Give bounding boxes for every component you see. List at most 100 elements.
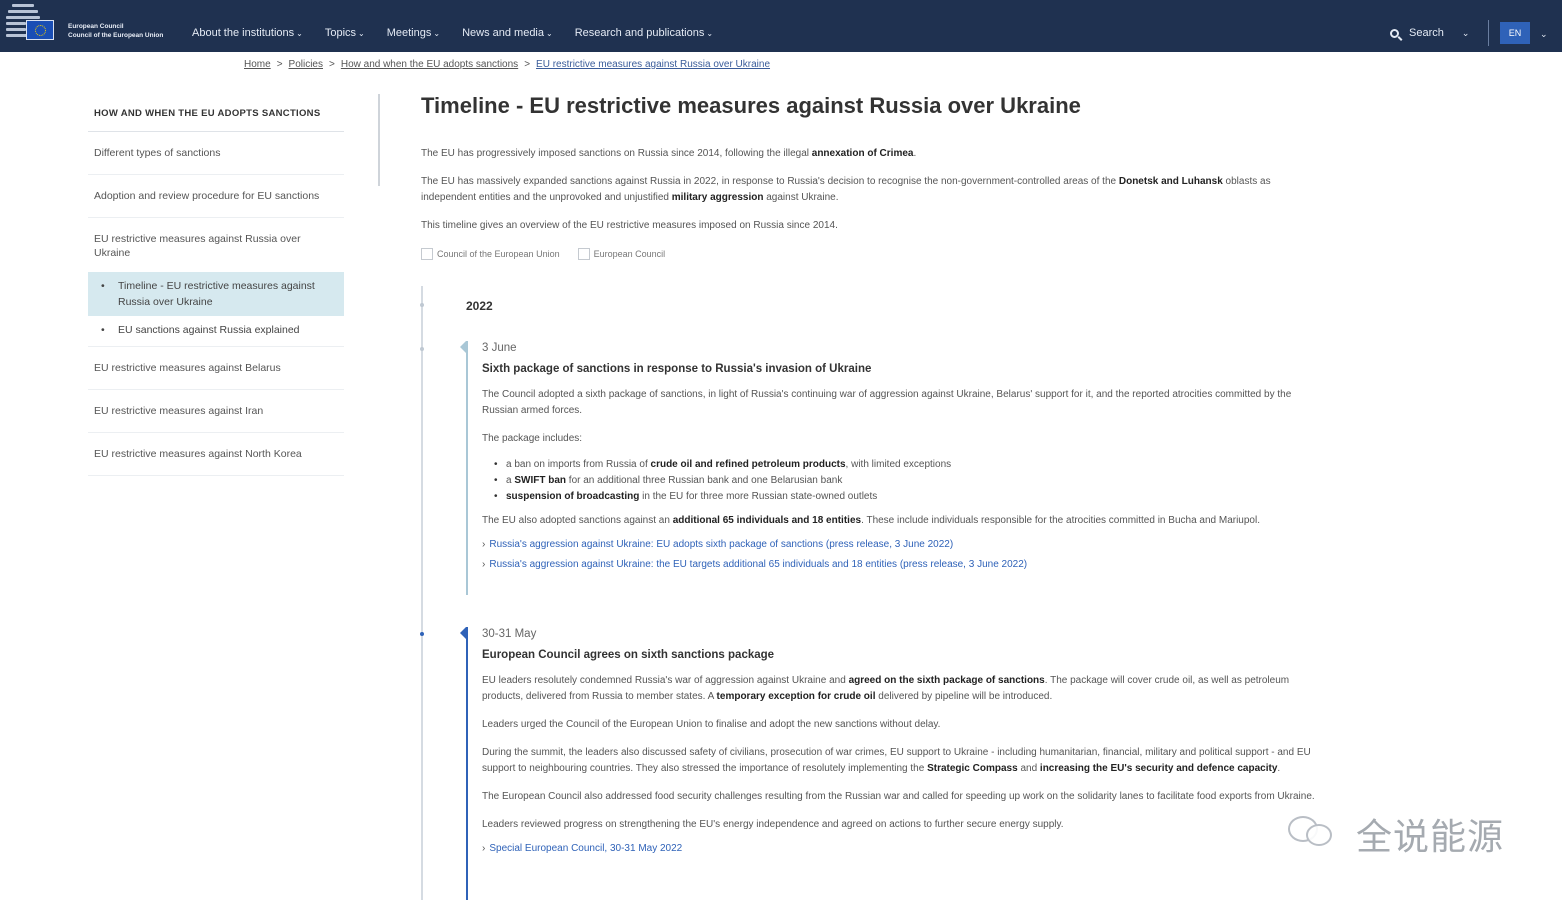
bullet-text: , with limited exceptions — [845, 459, 952, 470]
sidebar-item-belarus[interactable]: EU restrictive measures against Belarus — [88, 347, 344, 390]
chevron-down-icon: ⌄ — [433, 29, 441, 38]
bullet-emphasis: crude oil and refined petroleum products — [650, 459, 846, 470]
search-icon — [1390, 28, 1399, 38]
entry-emphasis: temporary exception for crude oil — [716, 691, 876, 702]
list-item: suspension of broadcasting in the EU for… — [494, 489, 1326, 505]
main-menu: About the institutions ⌄ Topics ⌄ Meetings… — [192, 27, 735, 39]
timeline-axis — [421, 286, 423, 900]
chevron-right-icon: › — [482, 539, 486, 550]
menu-label: About the institutions — [192, 27, 295, 39]
chevron-down-icon: ⌄ — [546, 29, 553, 38]
entry-title: European Council agrees on sixth sanctio… — [482, 649, 775, 661]
timeline-marker — [420, 347, 424, 351]
breadcrumb-separator: > — [524, 59, 531, 70]
european-council-meeting-link[interactable]: › Special European Council, 30-31 May 202… — [482, 839, 1326, 859]
eu-flag-icon — [26, 20, 54, 40]
link-label: Special European Council, 30-31 May 2022 — [489, 843, 683, 854]
bullet-text: a ban on imports from Russia of — [506, 459, 651, 470]
sidebar-item-types-of-sanctions[interactable]: Different types of sanctions — [88, 132, 344, 175]
council-logo[interactable] — [4, 2, 54, 48]
filter-label: European Council — [593, 249, 666, 259]
filter-european-council[interactable]: European Council — [577, 248, 666, 260]
timeline-marker — [420, 303, 424, 307]
sidebar-subitem-timeline[interactable]: Timeline - EU restrictive measures again… — [88, 272, 344, 316]
entry-text: EU leaders resolutely condemned Russia's… — [482, 675, 849, 686]
menu-news-media[interactable]: News and media ⌄ — [462, 27, 553, 39]
menu-label: Research and publications — [574, 27, 705, 39]
entry-text: and — [1017, 763, 1040, 774]
sidebar-item-russia-ukraine[interactable]: EU restrictive measures against Russia o… — [88, 218, 344, 272]
chevron-down-icon: ⌄ — [296, 29, 303, 38]
breadcrumb-policies[interactable]: Policies — [289, 59, 323, 70]
entry-emphasis: additional 65 individuals and 18 entitie… — [672, 515, 862, 526]
sidebar-item-north-korea[interactable]: EU restrictive measures against North Ko… — [88, 433, 344, 476]
chevron-down-icon: ⌄ — [358, 29, 365, 38]
brand-line-1: European Council — [68, 23, 124, 30]
entry-text: . These include individuals responsible … — [861, 515, 1260, 526]
entry-bullet-list: a ban on imports from Russia of crude oi… — [494, 457, 1326, 505]
intro-text: The EU has progressively imposed sanctio… — [421, 148, 812, 159]
breadcrumb-russia-ukraine[interactable]: EU restrictive measures against Russia o… — [536, 59, 770, 70]
intro-paragraph-1: The EU has progressively imposed sanctio… — [421, 146, 1321, 162]
entry-emphasis: increasing the EU's security and defence… — [1039, 763, 1278, 774]
entry-pointer-icon — [460, 627, 466, 639]
entry-paragraph: The package includes: — [482, 433, 583, 444]
entry-text: The EU also adopted sanctions against an — [482, 515, 673, 526]
sidebar-subitem-sanctions-explained[interactable]: EU sanctions against Russia explained — [88, 316, 344, 347]
entry-emphasis: Strategic Compass — [927, 763, 1018, 774]
bullet-emphasis: SWIFT ban — [514, 475, 567, 486]
checkbox[interactable] — [421, 248, 433, 260]
top-navigation-bar: European Council Council of the European… — [0, 0, 1562, 52]
nav-divider — [1488, 20, 1489, 46]
filter-council-eu[interactable]: Council of the European Union — [421, 248, 560, 260]
entry-pointer-icon — [460, 341, 466, 353]
chevron-down-icon: ⌄ — [1461, 27, 1470, 38]
entry-paragraph: During the summit, the leaders also disc… — [482, 745, 1326, 777]
sidebar-navigation: HOW AND WHEN THE EU ADOPTS SANCTIONS Dif… — [88, 96, 344, 476]
sidebar-divider — [378, 94, 380, 186]
checkbox[interactable] — [577, 248, 590, 260]
intro-text: . — [913, 148, 917, 159]
sidebar-heading[interactable]: HOW AND WHEN THE EU ADOPTS SANCTIONS — [88, 96, 344, 132]
menu-about-institutions[interactable]: About the institutions ⌄ — [192, 27, 303, 39]
language-selector[interactable]: EN — [1500, 22, 1530, 44]
intro-emphasis: annexation of Crimea — [811, 148, 914, 159]
entry-paragraph: The Council adopted a sixth package of s… — [482, 389, 1292, 416]
filter-label: Council of the European Union — [437, 249, 560, 259]
entry-paragraph: The EU also adopted sanctions against an… — [482, 513, 1326, 529]
menu-meetings[interactable]: Meetings ⌄ — [387, 27, 440, 39]
entry-paragraph: EU leaders resolutely condemned Russia's… — [482, 673, 1326, 705]
breadcrumb-separator: > — [329, 59, 335, 70]
press-release-link[interactable]: › Russia's aggression against Ukraine: th… — [482, 555, 1326, 575]
menu-topics[interactable]: Topics ⌄ — [325, 27, 365, 39]
chevron-right-icon: › — [482, 559, 486, 570]
brand-line-2: Council of the European Union — [68, 32, 164, 39]
link-label: Russia's aggression against Ukraine: EU … — [489, 539, 954, 550]
intro-paragraph-3: This timeline gives an overview of the E… — [421, 220, 838, 231]
main-content: Timeline - EU restrictive measures again… — [421, 88, 1321, 260]
breadcrumb-how-when-sanctions[interactable]: How and when the EU adopts sanctions — [341, 59, 518, 70]
intro-emphasis: Donetsk and Luhansk — [1118, 176, 1223, 187]
entry-date: 30-31 May — [482, 628, 537, 640]
entry-text: delivered by pipeline will be introduced… — [875, 691, 1053, 702]
intro-text: against Ukraine. — [763, 192, 839, 203]
timeline-entry-30-31-may: 30-31 May European Council agrees on six… — [460, 627, 1326, 900]
menu-label: Meetings — [386, 27, 432, 39]
menu-research-publications[interactable]: Research and publications ⌄ — [575, 27, 713, 39]
search-button[interactable]: Search ⌄ — [1390, 27, 1469, 39]
brand-name[interactable]: European Council Council of the European… — [68, 22, 163, 40]
menu-label: News and media — [462, 27, 544, 39]
sidebar-item-iran[interactable]: EU restrictive measures against Iran — [88, 390, 344, 433]
chevron-down-icon: ⌄ — [706, 29, 714, 38]
sidebar-item-adoption-review[interactable]: Adoption and review procedure for EU san… — [88, 175, 344, 218]
chevron-right-icon: › — [482, 843, 486, 854]
watermark: 全说能源 — [1284, 804, 1524, 860]
intro-emphasis: military aggression — [671, 192, 764, 203]
breadcrumb-home[interactable]: Home — [244, 59, 271, 70]
entry-paragraph: Leaders urged the Council of the Europea… — [482, 719, 941, 730]
timeline-entry-3-june: 3 June Sixth package of sanctions in res… — [460, 341, 1326, 595]
chevron-down-icon[interactable]: ⌄ — [1540, 29, 1548, 40]
entry-emphasis: agreed on the sixth package of sanctions — [848, 675, 1045, 686]
menu-label: Topics — [324, 27, 357, 39]
press-release-link[interactable]: › Russia's aggression against Ukraine: EU… — [482, 535, 1326, 555]
